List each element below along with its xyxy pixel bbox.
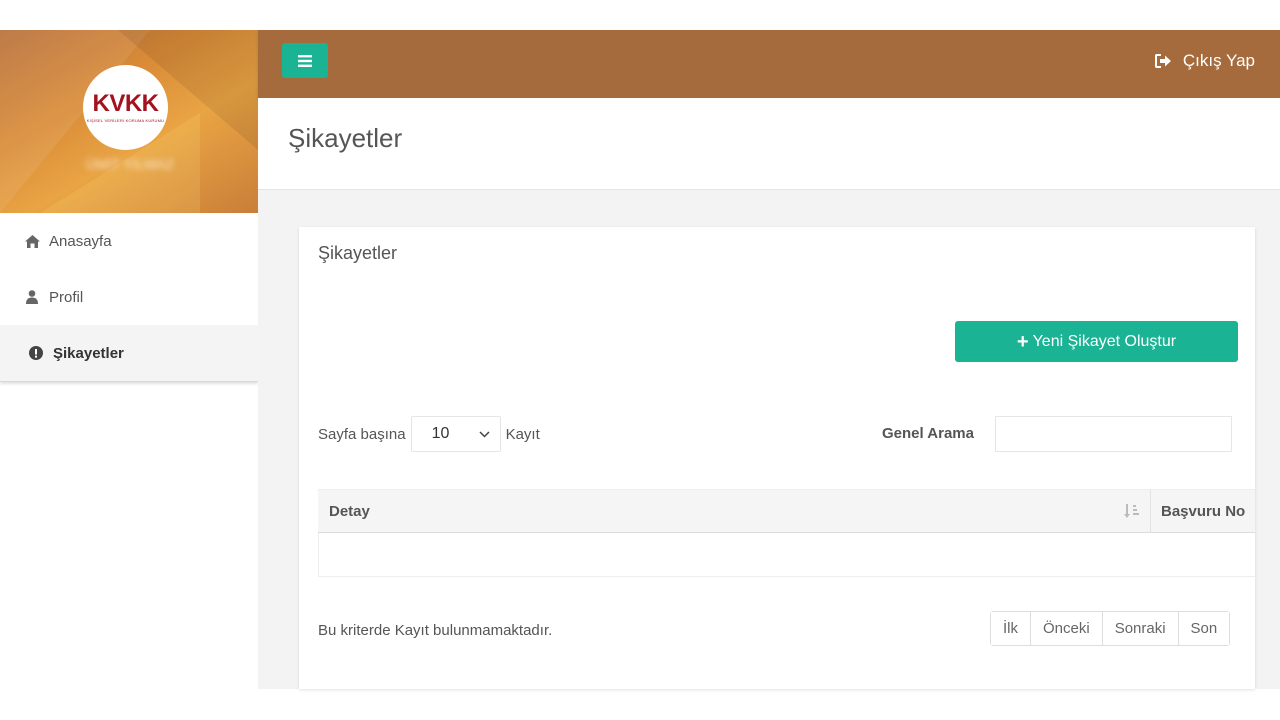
complaints-table: Detay Başvuru No — [318, 489, 1255, 577]
sort-icon — [1124, 504, 1139, 518]
profile-header: KVKK KİŞİSEL VERİLERİ KORUMA KURUMU ÜMİT… — [0, 30, 258, 213]
column-header-label: Başvuru No — [1161, 502, 1246, 520]
column-header-detay[interactable]: Detay — [318, 490, 1151, 532]
avatar[interactable]: KVKK KİŞİSEL VERİLERİ KORUMA KURUMU — [83, 65, 168, 150]
pagination-last[interactable]: Son — [1178, 612, 1230, 645]
page-length-value: 10 — [431, 425, 450, 442]
page-title: Şikayetler — [288, 123, 403, 153]
kvkk-logo-subtitle: KİŞİSEL VERİLERİ KORUMA KURUMU — [86, 118, 165, 123]
page-length-select[interactable]: 10 — [410, 416, 501, 452]
kvkk-logo: KVKK — [92, 90, 159, 117]
pagination: İlk Önceki Sonraki Son — [990, 611, 1231, 646]
home-icon — [24, 233, 40, 249]
complaints-card: Şikayetler + Yeni Şikayet Oluştur Sayfa … — [299, 227, 1255, 689]
sidebar-item-profil[interactable]: Profil — [0, 269, 258, 325]
table-info: Bu kriterde Kayıt bulunmamaktadır. — [318, 622, 553, 639]
app: KVKK KİŞİSEL VERİLERİ KORUMA KURUMU ÜMİT… — [0, 30, 1280, 689]
logout-label: Çıkış Yap — [1182, 51, 1255, 70]
topbar: Çıkış Yap — [258, 30, 1280, 98]
search-label: Genel Arama — [882, 425, 974, 442]
perpage-prefix: Sayfa başına — [318, 425, 406, 443]
pagination-first[interactable]: İlk — [991, 612, 1031, 645]
search-input[interactable] — [995, 416, 1232, 452]
content-area: Şikayetler + Yeni Şikayet Oluştur Sayfa … — [258, 190, 1280, 689]
sign-out-icon — [1154, 54, 1171, 68]
sidebar-item-anasayfa[interactable]: Anasayfa — [0, 213, 258, 269]
table-header: Detay Başvuru No — [318, 489, 1255, 533]
exclamation-circle-icon — [28, 345, 44, 361]
new-complaint-label: Yeni Şikayet Oluştur — [1032, 332, 1177, 350]
user-name: ÜMİT YILMAZ — [85, 156, 175, 172]
column-header-label: Detay — [329, 502, 370, 520]
page-header: Şikayetler — [258, 98, 1280, 190]
pagination-previous[interactable]: Önceki — [1031, 612, 1103, 645]
sidebar-item-sikayetler[interactable]: Şikayetler — [0, 325, 258, 381]
new-complaint-button[interactable]: + Yeni Şikayet Oluştur — [955, 321, 1238, 362]
table-empty-row — [318, 533, 1255, 577]
sidebar: KVKK KİŞİSEL VERİLERİ KORUMA KURUMU ÜMİT… — [0, 30, 258, 689]
sidebar-menu: Anasayfa Profil Şikayetler — [0, 213, 258, 382]
pagination-next[interactable]: Sonraki — [1102, 612, 1179, 645]
perpage-suffix: Kayıt — [505, 425, 540, 443]
plus-icon: + — [1016, 330, 1029, 353]
menu-toggle-button[interactable] — [282, 43, 328, 78]
page-length-control: Sayfa başına 10 Kayıt — [318, 416, 540, 452]
column-header-basvuru-no[interactable]: Başvuru No — [1151, 490, 1255, 532]
sidebar-item-label: Profil — [49, 288, 84, 306]
chevron-down-icon — [479, 430, 490, 438]
user-icon — [24, 289, 40, 305]
sidebar-item-label: Anasayfa — [49, 232, 112, 250]
logout-button[interactable]: Çıkış Yap — [1154, 51, 1255, 71]
sidebar-item-label: Şikayetler — [53, 344, 124, 362]
hamburger-icon — [298, 54, 312, 67]
card-title: Şikayetler — [318, 243, 398, 263]
